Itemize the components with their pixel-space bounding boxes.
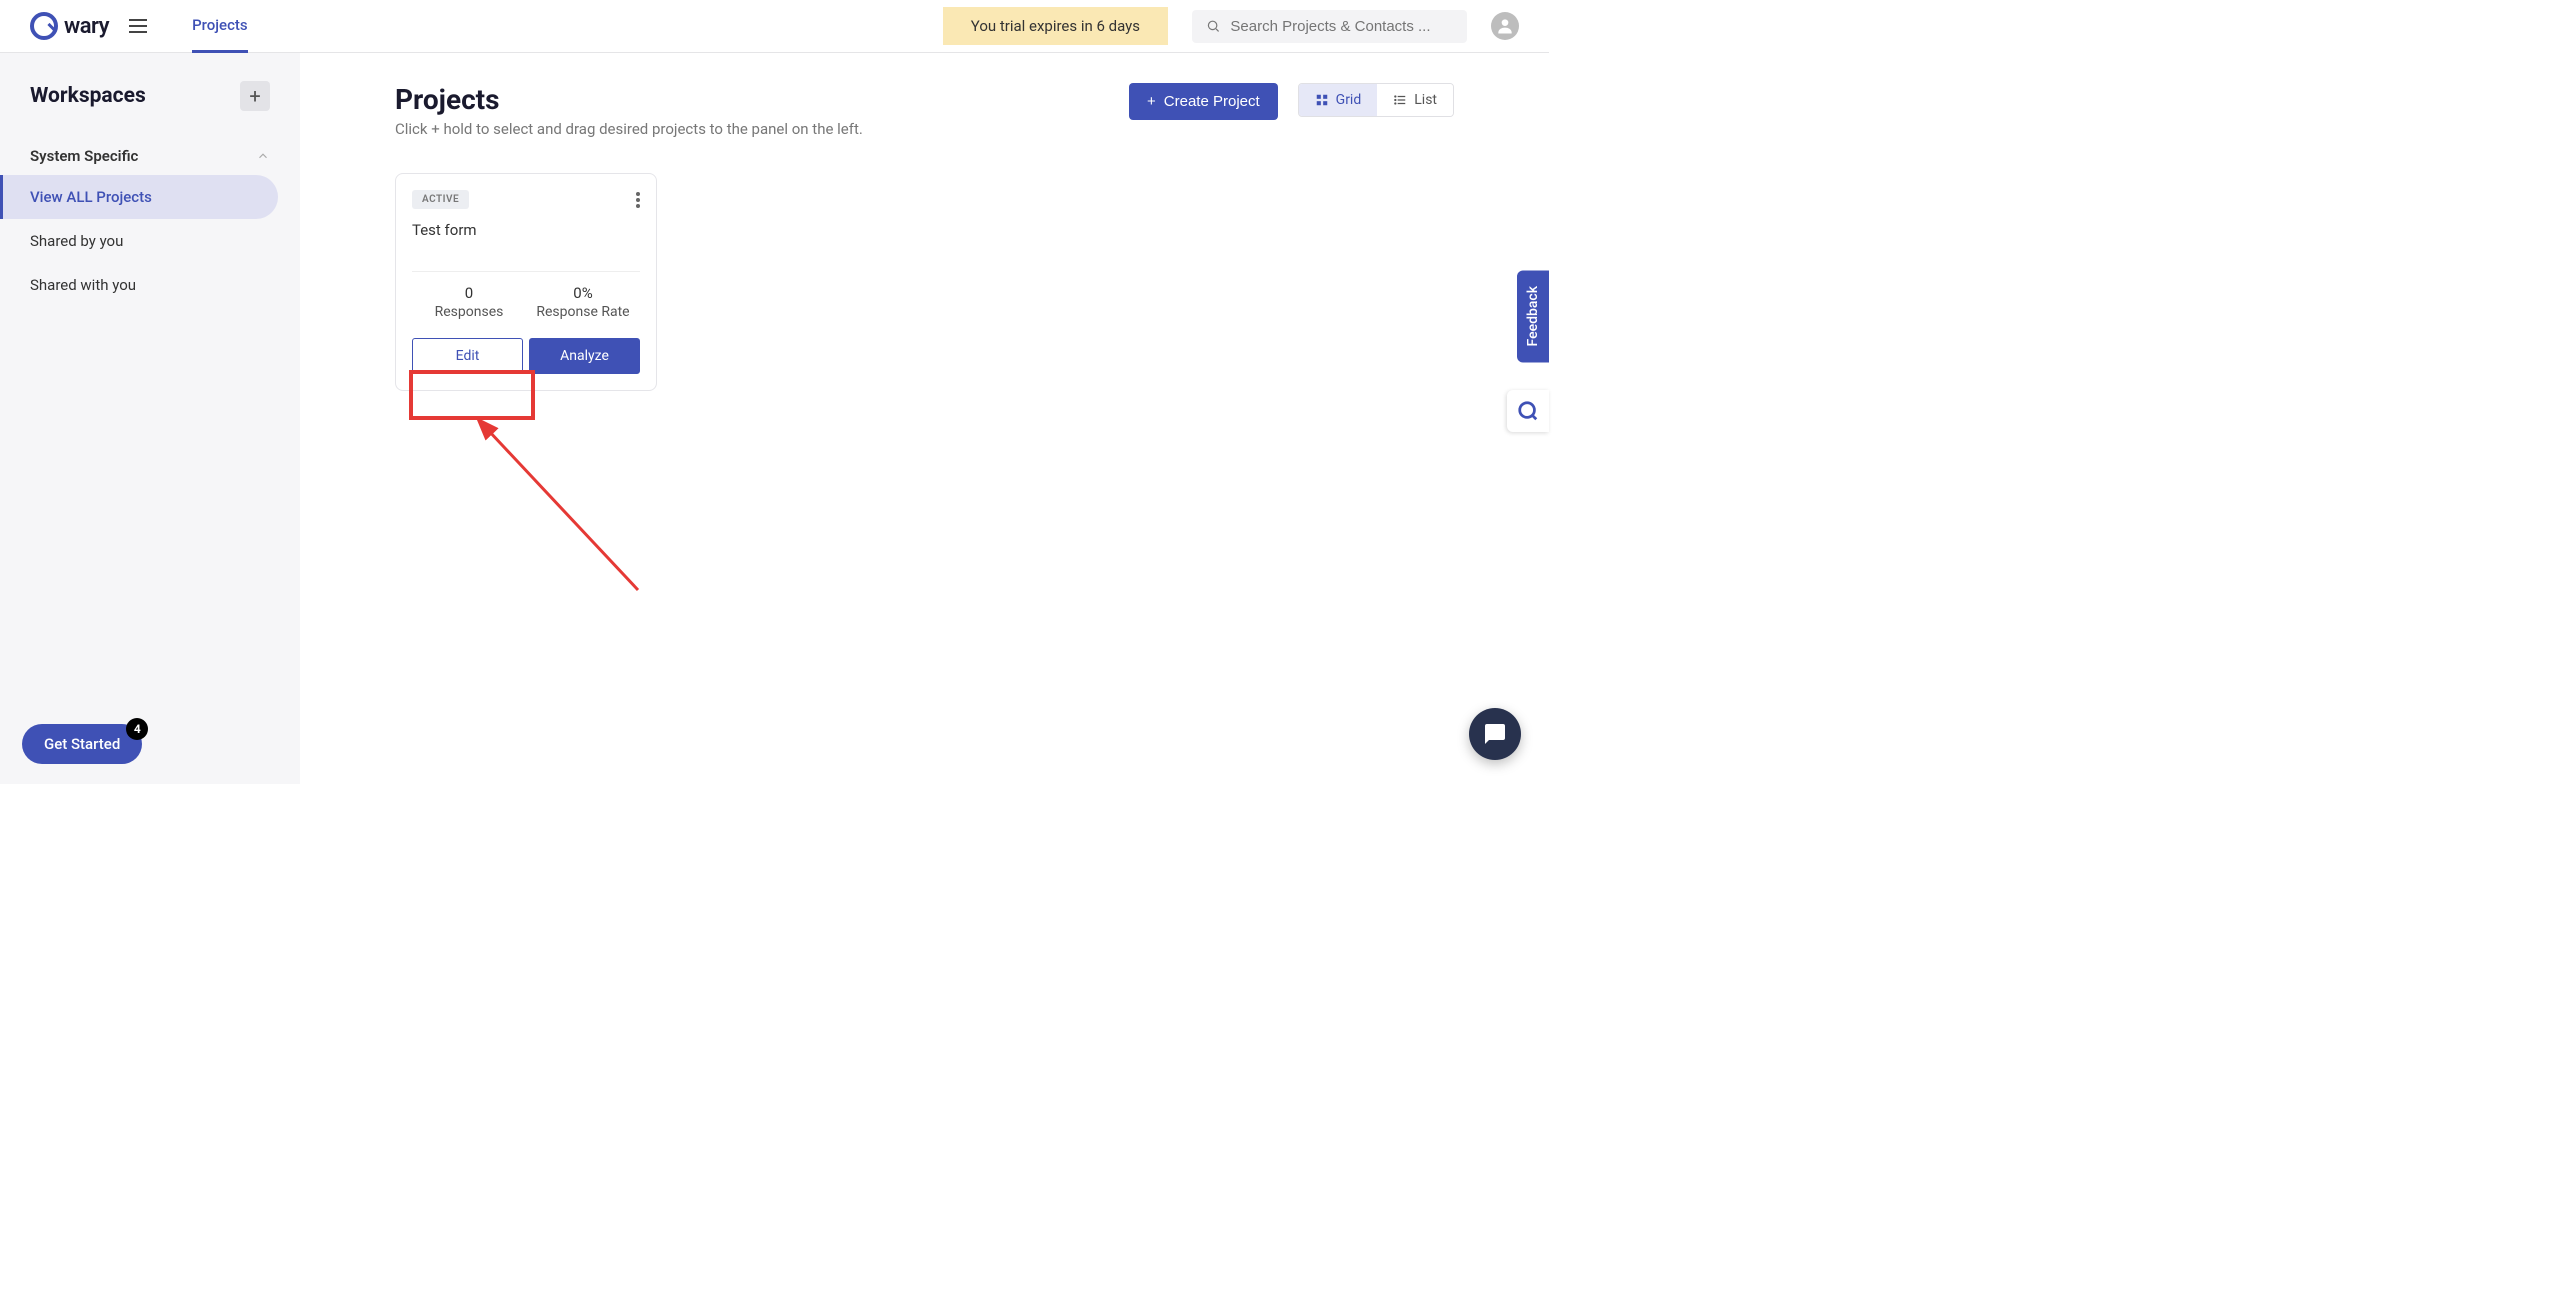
create-project-label: Create Project: [1164, 93, 1260, 110]
workspace-group[interactable]: System Specific: [0, 129, 300, 175]
sidebar: Workspaces + System Specific View ALL Pr…: [0, 53, 300, 784]
tab-projects[interactable]: Projects: [192, 0, 248, 53]
view-grid-button[interactable]: Grid: [1299, 84, 1378, 116]
rate-value: 0%: [526, 284, 640, 302]
more-vertical-icon: [636, 192, 640, 208]
get-started-label: Get Started: [44, 735, 120, 753]
chat-icon: [1483, 722, 1507, 746]
user-avatar[interactable]: [1491, 12, 1519, 40]
project-title: Test form: [412, 221, 640, 239]
plus-icon: +: [249, 84, 260, 108]
search-icon: [1206, 18, 1220, 34]
main-content: Projects Click + hold to select and drag…: [300, 53, 1549, 784]
get-started-badge: 4: [126, 718, 148, 740]
sidebar-item-all-projects[interactable]: View ALL Projects: [0, 175, 278, 219]
view-toggle: Grid List: [1298, 83, 1454, 117]
hamburger-icon: [129, 19, 147, 33]
search-input[interactable]: [1230, 18, 1453, 35]
card-actions: Edit Analyze: [412, 338, 640, 374]
logo-mark-icon: [30, 12, 58, 40]
responses-label: Responses: [412, 304, 526, 320]
card-stats: 0 Responses 0% Response Rate: [412, 284, 640, 320]
sidebar-item-shared-by-you[interactable]: Shared by you: [0, 219, 278, 263]
stat-responses: 0 Responses: [412, 284, 526, 320]
divider: [412, 271, 640, 272]
get-started-button[interactable]: Get Started 4: [22, 724, 142, 764]
stat-rate: 0% Response Rate: [526, 284, 640, 320]
plus-icon: +: [1147, 93, 1156, 110]
feedback-tab[interactable]: Feedback: [1517, 270, 1549, 362]
create-project-button[interactable]: + Create Project: [1129, 83, 1278, 120]
status-badge: ACTIVE: [412, 190, 469, 209]
card-top: ACTIVE: [412, 190, 640, 209]
trial-banner: You trial expires in 6 days: [943, 7, 1168, 45]
q-icon: [1517, 400, 1539, 422]
view-list-button[interactable]: List: [1377, 84, 1453, 116]
sidebar-item-shared-with-you[interactable]: Shared with you: [0, 263, 278, 307]
edit-button[interactable]: Edit: [412, 338, 523, 374]
page-title: Projects: [395, 83, 1109, 116]
main-header: Projects Click + hold to select and drag…: [395, 83, 1454, 138]
page-subtitle: Click + hold to select and drag desired …: [395, 120, 1109, 138]
logo-text: wary: [64, 14, 109, 39]
app-header: wary Projects You trial expires in 6 day…: [0, 0, 1549, 53]
main-titles: Projects Click + hold to select and drag…: [395, 83, 1109, 138]
add-workspace-button[interactable]: +: [240, 81, 270, 111]
workspaces-header: Workspaces +: [0, 81, 300, 129]
analyze-button[interactable]: Analyze: [529, 338, 640, 374]
rate-label: Response Rate: [526, 304, 640, 320]
view-list-label: List: [1414, 92, 1437, 108]
header-right: You trial expires in 6 days: [943, 7, 1519, 45]
chevron-up-icon: [256, 149, 270, 163]
list-icon: [1393, 93, 1407, 107]
workspace-group-name: System Specific: [30, 147, 138, 165]
search-box[interactable]: [1192, 10, 1467, 43]
user-icon: [1495, 16, 1515, 36]
feedback-widget-icon[interactable]: [1507, 390, 1549, 432]
project-card[interactable]: ACTIVE Test form 0 Responses 0% Response…: [395, 173, 657, 391]
chat-button[interactable]: [1469, 708, 1521, 760]
responses-value: 0: [412, 284, 526, 302]
workspaces-title: Workspaces: [30, 84, 146, 108]
grid-icon: [1315, 93, 1329, 107]
menu-toggle-button[interactable]: [129, 19, 147, 33]
view-grid-label: Grid: [1336, 92, 1362, 108]
card-menu-button[interactable]: [636, 192, 640, 208]
logo[interactable]: wary: [30, 12, 109, 40]
